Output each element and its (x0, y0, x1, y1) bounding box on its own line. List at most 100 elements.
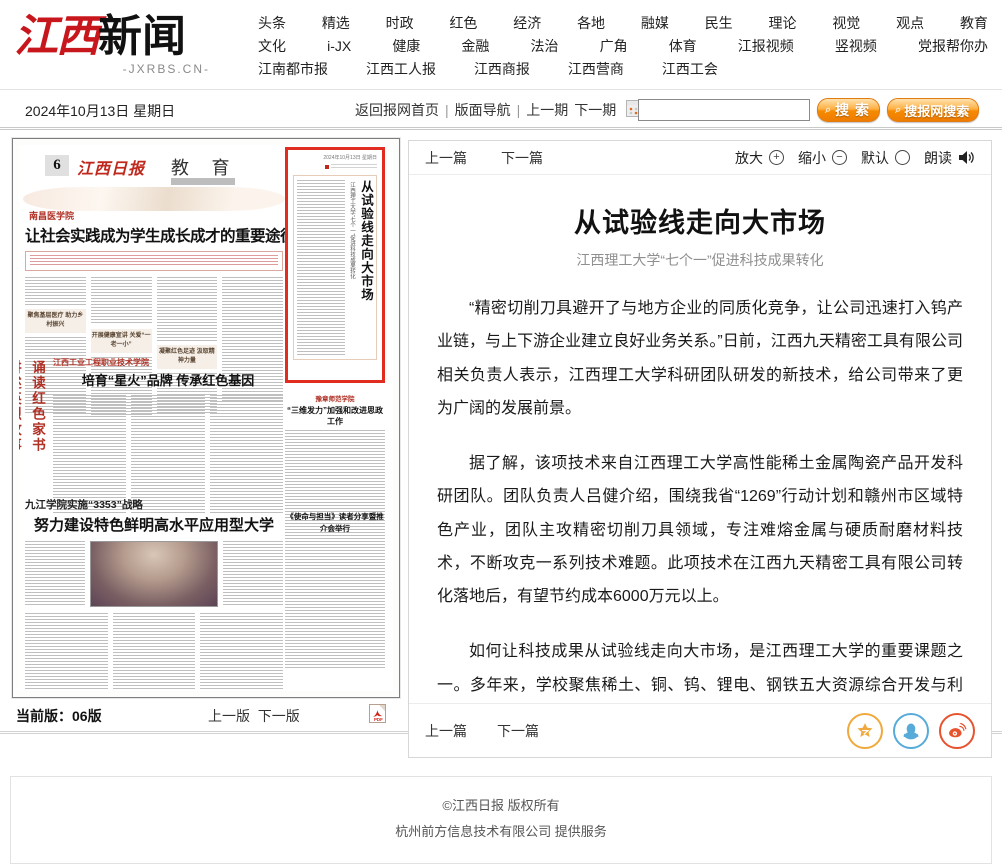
pdf-icon[interactable]: PDF (369, 704, 386, 726)
zoom-out-label: 缩小 (798, 148, 826, 168)
qq-share-icon[interactable] (893, 713, 929, 749)
main-nav: 头条 精选 时政 红色 经济 各地 融媒 民生 理论 视觉 观点 教育 文化 i… (258, 12, 988, 81)
text-lines-placeholder (131, 395, 204, 513)
article-spark-brand[interactable]: 江西工业工程职业技术学院 培育“星火”品牌 传承红色基因 (53, 357, 283, 513)
contact-line (293, 164, 377, 169)
nav-item-sports[interactable]: 体育 (669, 35, 697, 58)
page-navigation-bar: 当前版：06版 上一版 下一版 PDF (12, 704, 400, 728)
nav-item-business-daily[interactable]: 江西商报 (474, 58, 530, 81)
nav-item-livelihood[interactable]: 民生 (705, 12, 733, 35)
nav-row-3: 江南都市报 江西工人报 江西商报 江西营商 江西工会 (258, 58, 718, 81)
site-logo[interactable]: 江西新闻 -JXRBS.CN- (14, 8, 244, 76)
rail-line-1: 诵读红色家书 (25, 360, 49, 508)
search-input[interactable] (638, 99, 810, 121)
vertical-rail-headline[interactable]: 诵读红色家书 讲述英烈故事 (25, 360, 49, 518)
section-underline (171, 178, 235, 185)
layout-nav-link[interactable]: 版面导航 (455, 100, 511, 120)
article-jiujiang[interactable]: 九江学院实施“3353”战略 努力建设特色鲜明高水平应用型大学 (25, 497, 283, 691)
nav-item-jiangnan-metro[interactable]: 江南都市报 (258, 58, 328, 81)
next-page-link[interactable]: 下一版 (258, 708, 300, 724)
nav-item-regions[interactable]: 各地 (577, 12, 605, 35)
article-vertical-subtitle: 江西理工大学“七个一”促进科技成果转化 (348, 182, 355, 355)
text-lines-placeholder (25, 541, 85, 607)
page-links: 上一版 下一版 (208, 706, 300, 726)
article-content[interactable]: 从试验线走向大市场 江西理工大学“七个一”促进科技成果转化 “精密切削刀具避开了… (409, 175, 991, 703)
nav-item-visual[interactable]: 视觉 (832, 12, 860, 35)
prev-article-link[interactable]: 上一篇 (425, 148, 467, 168)
text-lines-placeholder (30, 255, 278, 267)
article-title: 从试验线走向大市场 (437, 201, 963, 240)
nav-item-red[interactable]: 红色 (449, 12, 477, 35)
article-subhead: 聚焦基层医疗 助力乡村振兴 (25, 309, 86, 333)
qzone-share-icon[interactable] (847, 713, 883, 749)
article-mission-duty[interactable]: 《使命与担当》读者分享暨推介会举行 (285, 511, 385, 670)
text-lines-placeholder (210, 395, 283, 513)
prev-page-link[interactable]: 上一版 (208, 708, 250, 724)
nav-item-ijx[interactable]: i-JX (327, 35, 351, 58)
nav-item-vertical-video[interactable]: 竖视频 (835, 35, 877, 58)
logo-text: 江西新闻 (14, 8, 244, 66)
next-article-link[interactable]: 下一篇 (501, 148, 543, 168)
nav-item-union[interactable]: 江西工会 (662, 58, 718, 81)
article-headline: 努力建设特色鲜明高水平应用型大学 (25, 514, 283, 535)
speaker-icon[interactable] (958, 150, 975, 165)
nav-item-yingshang[interactable]: 江西营商 (568, 58, 624, 81)
next-issue-link[interactable]: 下一期 (574, 100, 616, 120)
nav-item-education[interactable]: 教育 (960, 12, 988, 35)
zoom-in-icon[interactable]: + (769, 150, 784, 165)
highlighted-article-region[interactable]: 2024年10月13日 星期日 江西理工大学“七个一”促进科技成果转化 从试验线… (285, 147, 385, 383)
nav-item-media[interactable]: 融媒 (641, 12, 669, 35)
nav-item-headlines[interactable]: 头条 (258, 12, 286, 35)
nav-item-opinion[interactable]: 观点 (896, 12, 924, 35)
nav-item-politics[interactable]: 时政 (386, 12, 414, 35)
text-lines-placeholder (25, 613, 108, 691)
main-content: 6 江西日报 教 育 南昌医学院 让社会实践成为学生成长成才的重要途径 聚焦基层… (0, 130, 1002, 734)
nav-item-featured[interactable]: 精选 (322, 12, 350, 35)
article-org: 南昌医学院 (29, 209, 283, 222)
article-body: “精密切削刀具避开了与地方企业的同质化竞争，让公司迅速打入钨产业链，与上下游企业… (437, 292, 963, 703)
article-paragraph: 据了解，该项技术来自江西理工大学高性能稀土金属陶瓷产品开发科研团队。团队负责人吕… (437, 447, 963, 613)
text-size-controls: 放大+ 缩小− 默认 朗读 (735, 148, 975, 168)
separator: | (517, 102, 521, 118)
nav-item-finance[interactable]: 金融 (461, 35, 489, 58)
site-header: 江西新闻 -JXRBS.CN- 头条 精选 时政 红色 经济 各地 融媒 民生 … (0, 0, 1002, 90)
nav-item-jb-video[interactable]: 江报视频 (738, 35, 794, 58)
issue-toolbar: 2024年10月13日 星期日 返回报网首页| 版面导航| 上一期 下一期 往期… (0, 90, 1002, 130)
article-subtitle: 江西理工大学“七个一”促进科技成果转化 (437, 250, 963, 270)
nav-item-workers-daily[interactable]: 江西工人报 (366, 58, 436, 81)
zoom-out-icon[interactable]: − (832, 150, 847, 165)
text-lines-placeholder (200, 613, 283, 691)
text-lines-placeholder (91, 277, 152, 325)
search-icon: ⌕ (895, 104, 901, 117)
page-date-small: 2024年10月13日 星期日 (293, 154, 377, 163)
highlighted-article[interactable]: 江西理工大学“七个一”促进科技成果转化 从试验线走向大市场 (293, 175, 377, 360)
newspaper-page-panel[interactable]: 6 江西日报 教 育 南昌医学院 让社会实践成为学生成长成才的重要途径 聚焦基层… (12, 138, 400, 698)
site-search-button[interactable]: ⌕搜报网搜索 (887, 98, 979, 122)
nav-item-economy[interactable]: 经济 (513, 12, 541, 35)
reader-footer-bar: 上一篇 下一篇 (409, 703, 991, 757)
nav-item-theory[interactable]: 理论 (769, 12, 797, 35)
weibo-share-icon[interactable] (939, 713, 975, 749)
prev-article-link-bottom[interactable]: 上一篇 (425, 721, 467, 741)
article-org: 江西工业工程职业技术学院 (53, 357, 283, 368)
prev-issue-link[interactable]: 上一期 (526, 100, 568, 120)
nav-item-party-help[interactable]: 党报帮你办 (918, 35, 988, 58)
reset-size-icon[interactable] (895, 150, 910, 165)
newspaper-page-6[interactable]: 6 江西日报 教 育 南昌医学院 让社会实践成为学生成长成才的重要途径 聚焦基层… (19, 145, 393, 691)
article-reader-panel: 上一篇 下一篇 放大+ 缩小− 默认 朗读 从试验线走向大市场 江西理工大学“七… (408, 140, 992, 758)
next-article-link-bottom[interactable]: 下一篇 (497, 721, 539, 741)
section-title: 教 育 (171, 154, 239, 180)
red-square-icon (325, 165, 329, 169)
nav-item-wideangle[interactable]: 广角 (600, 35, 628, 58)
nav-item-law[interactable]: 法治 (531, 35, 559, 58)
back-home-link[interactable]: 返回报网首页 (355, 100, 439, 120)
text-lines-placeholder (223, 541, 283, 607)
text-lines-placeholder (157, 277, 218, 341)
nav-item-culture[interactable]: 文化 (258, 35, 286, 58)
nav-item-health[interactable]: 健康 (392, 35, 420, 58)
decorative-wave (23, 187, 285, 211)
search-button[interactable]: ⌕搜 索 (817, 98, 880, 122)
text-lines-placeholder (113, 613, 196, 691)
provider-line: 杭州前方信息技术有限公司 提供服务 (11, 819, 991, 845)
copyright-line: ©江西日报 版权所有 (11, 793, 991, 819)
